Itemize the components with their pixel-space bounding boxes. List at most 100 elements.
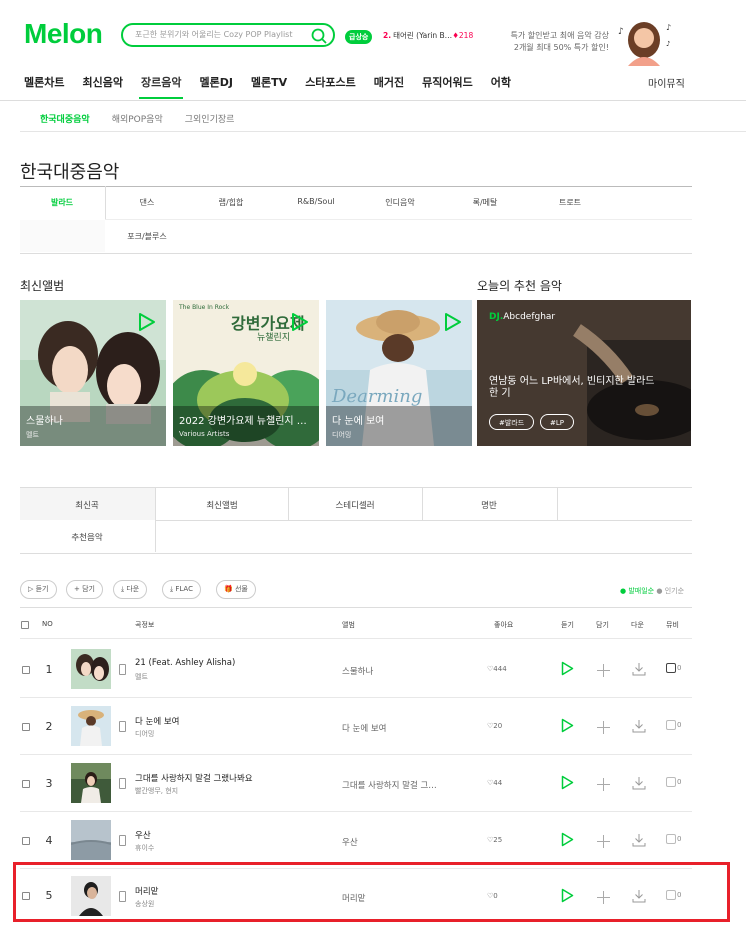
song-artist[interactable]: 빨간앵무, 현지 [135, 786, 178, 796]
recommend-card[interactable]: DJ.Abcdefghar 연남동 어느 LP바에서, 빈티지한 발라드 한 기… [477, 300, 691, 446]
tab-latest-songs[interactable]: 최신곡 [20, 499, 154, 511]
add-icon[interactable] [597, 833, 610, 852]
sort-by-popularity[interactable]: ● 인기순 [656, 587, 684, 595]
nav-awards[interactable]: 뮤직어워드 [422, 74, 473, 90]
gift-button[interactable]: 🎁 선물 [216, 580, 256, 599]
album-title[interactable]: 다 눈에 보여 [332, 412, 466, 427]
nav-mymusic[interactable]: 마이뮤직 [648, 75, 685, 90]
album-artist[interactable]: 디어밍 [332, 430, 351, 440]
album-artist[interactable]: 멜트 [26, 430, 39, 440]
flac-button[interactable]: ⤓ FLAC [162, 580, 201, 599]
play-icon[interactable] [291, 312, 309, 336]
recommend-title[interactable]: 연남동 어느 LP바에서, 빈티지한 발라드 한 기 [489, 376, 664, 400]
song-title[interactable]: 우산 [135, 829, 151, 841]
play-icon[interactable] [561, 718, 574, 737]
add-icon[interactable] [597, 662, 610, 681]
select-all-checkbox[interactable] [21, 621, 29, 629]
genre-ballad[interactable]: 발라드 [20, 197, 104, 208]
search-input[interactable]: 포근한 분위기와 어울리는 Cozy POP Playlist [135, 29, 292, 40]
song-info-icon[interactable] [119, 664, 126, 675]
song-album[interactable]: 우산 [342, 836, 457, 848]
download-icon[interactable] [632, 718, 646, 737]
tab-recommended[interactable]: 추천음악 [20, 531, 154, 543]
new-albums-heading[interactable]: 최신앨범 [20, 277, 64, 294]
song-thumbnail[interactable] [71, 649, 111, 689]
tab-steady[interactable]: 스테디셀러 [288, 499, 422, 511]
row-checkbox[interactable] [22, 780, 30, 788]
song-title[interactable]: 다 눈에 보여 [135, 715, 180, 727]
search-icon[interactable] [311, 28, 327, 48]
sort-by-release[interactable]: ● 발매일순 [620, 587, 654, 595]
play-icon[interactable] [561, 661, 574, 680]
rising-keyword[interactable]: 2. 태어린 (Yarin B…♦218 [383, 30, 473, 41]
subnav-other[interactable]: 그외인기장르 [185, 112, 235, 125]
rank-keyword[interactable]: 태어린 (Yarin B… [393, 31, 452, 40]
melon-logo[interactable]: Melon [24, 18, 103, 50]
song-album[interactable]: 다 눈에 보여 [342, 722, 457, 734]
play-icon[interactable] [444, 312, 462, 336]
song-info-icon[interactable] [119, 835, 126, 846]
download-icon[interactable] [632, 661, 646, 680]
genre-hiphop[interactable]: 랩/힙합 [189, 197, 273, 208]
promo-illustration[interactable]: ♪ ♪ ♪ [614, 18, 676, 70]
download-button[interactable]: ⤓ 다운 [113, 580, 148, 599]
like-button[interactable]: ♡444 [487, 665, 507, 673]
album-title[interactable]: 2022 강변가요제 뉴챌린지 … [179, 412, 313, 427]
nav-genre[interactable]: 장르음악 [141, 74, 181, 90]
song-title[interactable]: 21 (Feat. Ashley Alisha) [135, 658, 235, 668]
mv-icon[interactable] [666, 663, 676, 673]
play-icon[interactable] [138, 312, 156, 336]
subnav-kpop[interactable]: 한국대중음악 [40, 112, 90, 125]
add-button[interactable]: + 담기 [66, 580, 103, 599]
album-card[interactable]: Dearming 다 눈에 보여 디어밍 [326, 300, 472, 446]
tag-lp[interactable]: #LP [540, 414, 574, 430]
song-thumbnail[interactable] [71, 820, 111, 860]
tab-classic[interactable]: 명반 [422, 499, 556, 511]
like-button[interactable]: ♡20 [487, 722, 502, 730]
song-title[interactable]: 그대를 사랑하지 말걸 그랬나봐요 [135, 772, 253, 784]
add-icon[interactable] [597, 776, 610, 795]
nav-dj[interactable]: 멜론DJ [199, 74, 232, 90]
song-artist[interactable]: 휴이수 [135, 843, 154, 853]
nav-chart[interactable]: 멜론차트 [24, 74, 64, 90]
genre-folk[interactable]: 포크/블루스 [105, 231, 189, 242]
download-icon[interactable] [632, 832, 646, 851]
search-box[interactable]: 포근한 분위기와 어울리는 Cozy POP Playlist [121, 23, 335, 47]
album-card[interactable]: 스물하나 멜트 [20, 300, 166, 446]
genre-trot[interactable]: 트로트 [528, 197, 612, 208]
nav-language[interactable]: 어학 [491, 74, 511, 90]
genre-dance[interactable]: 댄스 [105, 197, 189, 208]
download-icon[interactable] [632, 775, 646, 794]
song-artist[interactable]: 멜트 [135, 672, 148, 682]
subnav-pop[interactable]: 해외POP음악 [112, 112, 163, 125]
listen-button[interactable]: ▷ 듣기 [20, 580, 57, 599]
play-icon[interactable] [561, 832, 574, 851]
like-button[interactable]: ♡44 [487, 779, 502, 787]
tag-ballad[interactable]: #발라드 [489, 414, 535, 430]
tab-latest-albums[interactable]: 최신앨범 [155, 499, 289, 511]
album-artist[interactable]: Various Artists [179, 430, 229, 438]
song-album[interactable]: 그대를 사랑하지 말걸 그… [342, 779, 457, 791]
dj-name[interactable]: Abcdefghar [503, 312, 555, 322]
row-checkbox[interactable] [22, 723, 30, 731]
song-thumbnail[interactable] [71, 706, 111, 746]
genre-rnb[interactable]: R&B/Soul [274, 197, 358, 206]
promo-banner[interactable]: 특가 할인받고 최애 음악 감상 2개월 최대 50% 특가 할인! [504, 30, 610, 54]
song-info-icon[interactable] [119, 721, 126, 732]
album-title[interactable]: 스물하나 [26, 412, 160, 427]
genre-indie[interactable]: 인디음악 [358, 197, 442, 208]
row-checkbox[interactable] [22, 837, 30, 845]
add-icon[interactable] [597, 719, 610, 738]
nav-magazine[interactable]: 매거진 [374, 74, 404, 90]
recommend-dj[interactable]: DJ.Abcdefghar [489, 312, 555, 322]
song-artist[interactable]: 디어밍 [135, 729, 154, 739]
song-album[interactable]: 스물하나 [342, 665, 457, 677]
nav-tv[interactable]: 멜론TV [251, 74, 287, 90]
album-card[interactable]: The Blue In Rock 강변가요제 뉴챌린지 2022 강변가요제 뉴… [173, 300, 319, 446]
like-button[interactable]: ♡25 [487, 836, 502, 844]
play-icon[interactable] [561, 775, 574, 794]
nav-latest[interactable]: 최신음악 [82, 74, 122, 90]
song-thumbnail[interactable] [71, 763, 111, 803]
song-info-icon[interactable] [119, 778, 126, 789]
genre-rock[interactable]: 록/메탈 [443, 197, 527, 208]
